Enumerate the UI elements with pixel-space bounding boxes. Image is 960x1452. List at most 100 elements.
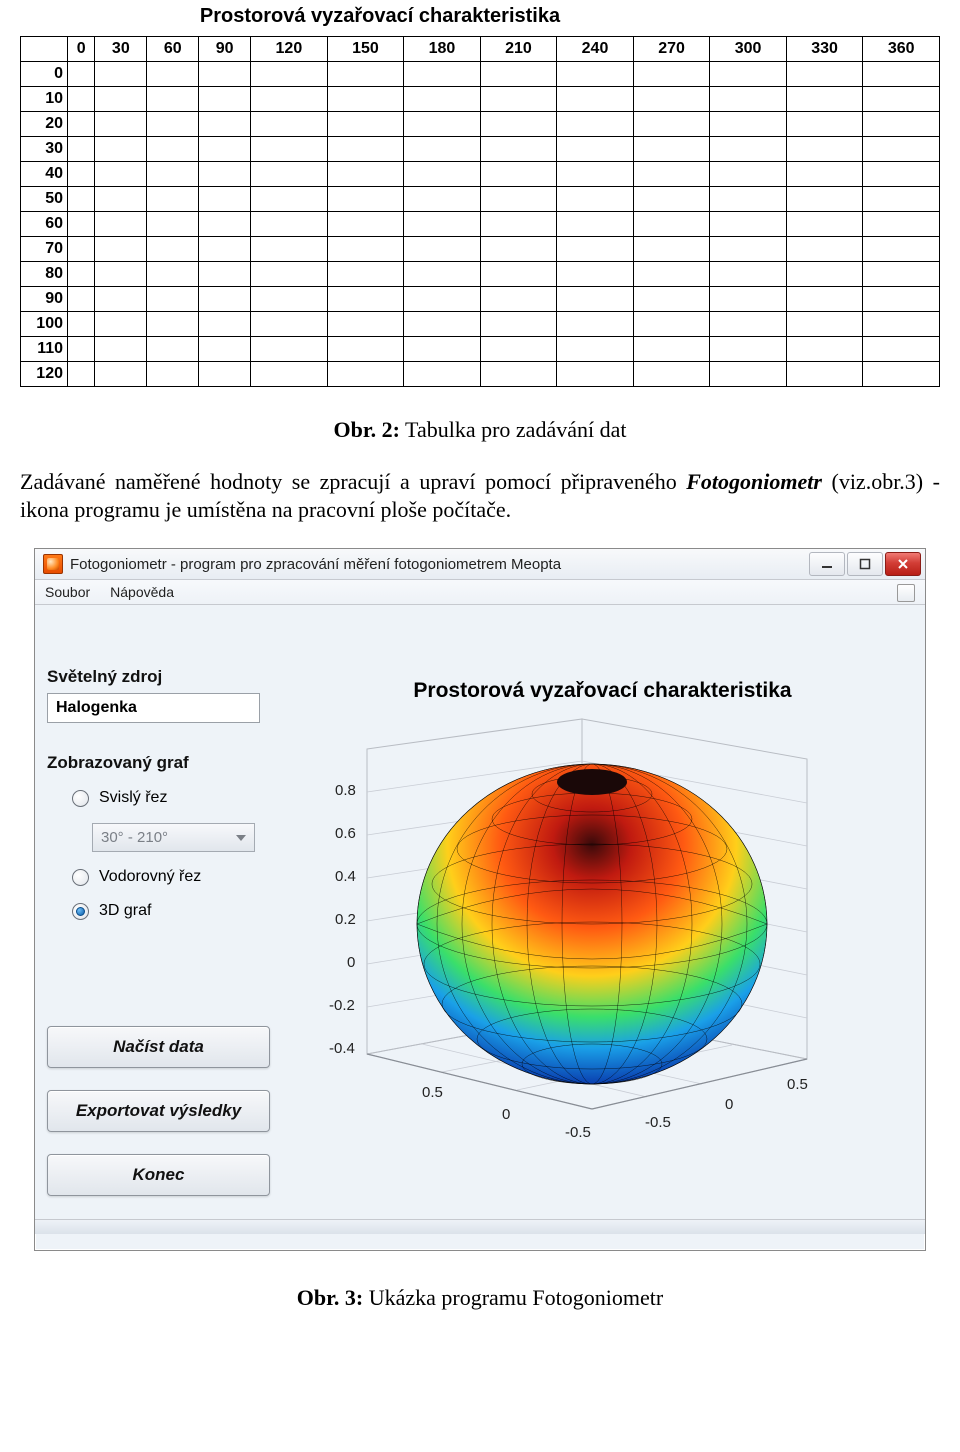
table-cell[interactable] — [404, 112, 481, 137]
table-cell[interactable] — [68, 87, 95, 112]
load-data-button[interactable]: Načíst data — [47, 1026, 270, 1068]
table-cell[interactable] — [557, 112, 634, 137]
table-cell[interactable] — [68, 187, 95, 212]
table-cell[interactable] — [199, 262, 251, 287]
table-cell[interactable] — [147, 162, 199, 187]
table-cell[interactable] — [199, 112, 251, 137]
table-cell[interactable] — [147, 62, 199, 87]
table-cell[interactable] — [404, 62, 481, 87]
table-cell[interactable] — [557, 212, 634, 237]
table-cell[interactable] — [327, 62, 404, 87]
table-cell[interactable] — [710, 87, 787, 112]
table-cell[interactable] — [327, 212, 404, 237]
table-cell[interactable] — [480, 187, 557, 212]
table-cell[interactable] — [786, 337, 863, 362]
table-cell[interactable] — [480, 312, 557, 337]
chart-3d-area[interactable]: 0.8 0.6 0.4 0.2 0 -0.2 -0.4 0.5 0 -0.5 0… — [307, 714, 867, 1204]
table-cell[interactable] — [327, 287, 404, 312]
table-cell[interactable] — [68, 237, 95, 262]
radio-svisly-rez[interactable]: Svislý řez — [72, 789, 282, 807]
table-cell[interactable] — [95, 312, 147, 337]
table-cell[interactable] — [251, 62, 328, 87]
table-cell[interactable] — [863, 237, 940, 262]
table-cell[interactable] — [633, 237, 710, 262]
table-cell[interactable] — [863, 137, 940, 162]
table-cell[interactable] — [633, 337, 710, 362]
table-cell[interactable] — [68, 112, 95, 137]
table-cell[interactable] — [633, 287, 710, 312]
table-cell[interactable] — [786, 137, 863, 162]
export-results-button[interactable]: Exportovat výsledky — [47, 1090, 270, 1132]
table-cell[interactable] — [633, 187, 710, 212]
table-cell[interactable] — [557, 312, 634, 337]
table-cell[interactable] — [251, 187, 328, 212]
table-cell[interactable] — [480, 362, 557, 387]
table-cell[interactable] — [199, 62, 251, 87]
table-cell[interactable] — [68, 312, 95, 337]
table-cell[interactable] — [786, 87, 863, 112]
table-cell[interactable] — [863, 87, 940, 112]
table-cell[interactable] — [147, 262, 199, 287]
table-cell[interactable] — [404, 287, 481, 312]
table-cell[interactable] — [557, 87, 634, 112]
table-cell[interactable] — [404, 362, 481, 387]
table-cell[interactable] — [95, 187, 147, 212]
table-cell[interactable] — [480, 87, 557, 112]
table-cell[interactable] — [480, 162, 557, 187]
table-cell[interactable] — [710, 162, 787, 187]
table-cell[interactable] — [480, 337, 557, 362]
table-cell[interactable] — [633, 312, 710, 337]
table-cell[interactable] — [710, 237, 787, 262]
table-cell[interactable] — [68, 287, 95, 312]
table-cell[interactable] — [95, 112, 147, 137]
light-source-input[interactable]: Halogenka — [47, 693, 260, 723]
radio-3d-graf[interactable]: 3D graf — [72, 902, 282, 920]
maximize-button[interactable] — [847, 552, 883, 576]
table-cell[interactable] — [199, 162, 251, 187]
table-cell[interactable] — [404, 162, 481, 187]
table-cell[interactable] — [786, 162, 863, 187]
table-cell[interactable] — [710, 362, 787, 387]
table-cell[interactable] — [95, 237, 147, 262]
table-cell[interactable] — [557, 62, 634, 87]
table-cell[interactable] — [147, 137, 199, 162]
table-cell[interactable] — [557, 362, 634, 387]
table-cell[interactable] — [557, 187, 634, 212]
table-cell[interactable] — [633, 162, 710, 187]
table-cell[interactable] — [786, 237, 863, 262]
table-cell[interactable] — [251, 162, 328, 187]
table-cell[interactable] — [710, 137, 787, 162]
table-cell[interactable] — [251, 262, 328, 287]
table-cell[interactable] — [710, 212, 787, 237]
table-cell[interactable] — [147, 87, 199, 112]
table-cell[interactable] — [251, 237, 328, 262]
table-cell[interactable] — [251, 337, 328, 362]
table-cell[interactable] — [863, 337, 940, 362]
table-cell[interactable] — [327, 237, 404, 262]
table-cell[interactable] — [147, 212, 199, 237]
table-cell[interactable] — [95, 162, 147, 187]
table-cell[interactable] — [68, 212, 95, 237]
table-cell[interactable] — [863, 187, 940, 212]
table-cell[interactable] — [633, 212, 710, 237]
table-cell[interactable] — [147, 337, 199, 362]
close-button[interactable] — [885, 552, 921, 576]
table-cell[interactable] — [68, 262, 95, 287]
table-cell[interactable] — [327, 87, 404, 112]
table-cell[interactable] — [480, 237, 557, 262]
table-cell[interactable] — [404, 337, 481, 362]
table-cell[interactable] — [68, 137, 95, 162]
table-cell[interactable] — [199, 312, 251, 337]
table-cell[interactable] — [404, 262, 481, 287]
menubar-right-icon[interactable] — [897, 584, 915, 602]
table-cell[interactable] — [199, 187, 251, 212]
table-cell[interactable] — [95, 137, 147, 162]
table-cell[interactable] — [557, 237, 634, 262]
table-cell[interactable] — [199, 237, 251, 262]
table-cell[interactable] — [633, 62, 710, 87]
table-cell[interactable] — [710, 62, 787, 87]
table-cell[interactable] — [863, 287, 940, 312]
table-cell[interactable] — [710, 287, 787, 312]
table-cell[interactable] — [633, 112, 710, 137]
table-cell[interactable] — [68, 62, 95, 87]
